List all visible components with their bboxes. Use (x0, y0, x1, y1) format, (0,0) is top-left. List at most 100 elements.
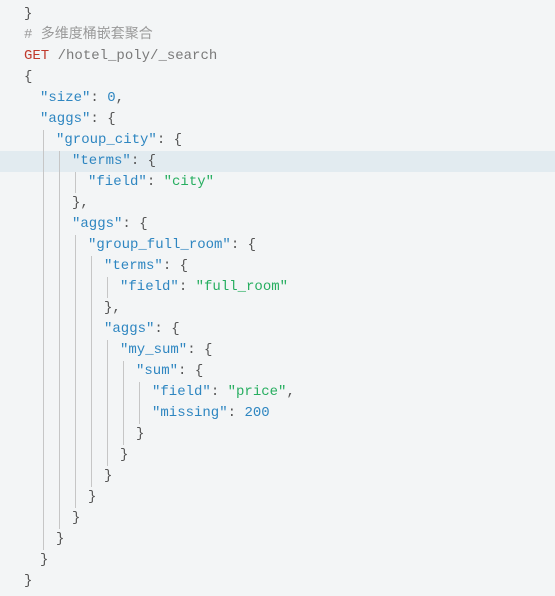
code-line[interactable]: "group_full_room": { (0, 235, 555, 256)
code-line[interactable]: }, (0, 298, 555, 319)
indent-guide (72, 298, 88, 319)
code-line[interactable]: "field": "full_room" (0, 277, 555, 298)
code-line[interactable]: "aggs": { (0, 109, 555, 130)
code-line[interactable]: } (0, 508, 555, 529)
code-line[interactable]: "my_sum": { (0, 340, 555, 361)
code-line[interactable]: } (0, 529, 555, 550)
indent-guide (88, 445, 104, 466)
indent-guide (88, 361, 104, 382)
token-string: "price" (228, 384, 287, 400)
code-line[interactable]: "field": "price", (0, 382, 555, 403)
code-line[interactable]: "field": "city" (0, 172, 555, 193)
indent-guide (40, 151, 56, 172)
code-line[interactable]: } (0, 487, 555, 508)
code-line[interactable]: } (0, 466, 555, 487)
token-method: GET (24, 48, 49, 64)
indent-guide (40, 298, 56, 319)
code-line[interactable]: "aggs": { (0, 319, 555, 340)
indent-guide (24, 130, 40, 151)
line-content: } (56, 529, 64, 550)
code-line[interactable]: "missing": 200 (0, 403, 555, 424)
indent-guide (56, 277, 72, 298)
line-content: } (120, 445, 128, 466)
token-punc: : { (178, 363, 203, 379)
indent-guide (72, 403, 88, 424)
code-line[interactable]: GET /hotel_poly/_search (0, 46, 555, 67)
token-punc: } (136, 426, 144, 442)
token-punc: }, (104, 300, 121, 316)
indent-guide (24, 424, 40, 445)
line-content: "size": 0, (40, 88, 124, 109)
indent-guide (56, 445, 72, 466)
code-line[interactable]: } (0, 424, 555, 445)
code-line[interactable]: "group_city": { (0, 130, 555, 151)
code-line[interactable]: "aggs": { (0, 214, 555, 235)
code-line[interactable]: # 多维度桶嵌套聚合 (0, 25, 555, 46)
indent-guide (56, 172, 72, 193)
token-punc: : { (131, 153, 156, 169)
token-key: "terms" (104, 258, 163, 274)
indent-guide (88, 277, 104, 298)
code-line[interactable]: } (0, 550, 555, 571)
code-line[interactable]: } (0, 571, 555, 592)
line-content: } (136, 424, 144, 445)
indent-guide (56, 298, 72, 319)
indent-guide (104, 424, 120, 445)
indent-guide (56, 151, 72, 172)
code-line[interactable]: "sum": { (0, 361, 555, 382)
token-key: "sum" (136, 363, 178, 379)
token-punc: : { (231, 237, 256, 253)
line-content: "terms": { (104, 256, 188, 277)
indent-guide (136, 403, 152, 424)
token-punc: } (40, 552, 48, 568)
token-number: 0 (107, 90, 115, 106)
indent-guide (72, 277, 88, 298)
indent-guide (88, 319, 104, 340)
indent-guide (104, 445, 120, 466)
code-line[interactable]: } (0, 4, 555, 25)
code-editor[interactable]: }# 多维度桶嵌套聚合GET /hotel_poly/_search{"size… (0, 4, 555, 592)
line-content: } (40, 550, 48, 571)
indent-guide (104, 361, 120, 382)
indent-guide (40, 529, 56, 550)
code-line[interactable]: { (0, 67, 555, 88)
code-line[interactable]: } (0, 445, 555, 466)
line-content: { (24, 67, 32, 88)
indent-guide (72, 235, 88, 256)
indent-guide (40, 424, 56, 445)
indent-guide (72, 424, 88, 445)
indent-guide (56, 424, 72, 445)
token-punc: , (286, 384, 294, 400)
code-line[interactable]: }, (0, 193, 555, 214)
code-line[interactable]: "size": 0, (0, 88, 555, 109)
indent-guide (72, 487, 88, 508)
indent-guide (72, 172, 88, 193)
indent-guide (72, 319, 88, 340)
indent-guide (24, 319, 40, 340)
indent-guide (88, 382, 104, 403)
code-line[interactable]: "terms": { (0, 151, 555, 172)
indent-guide (24, 361, 40, 382)
token-punc: } (72, 510, 80, 526)
line-content: } (24, 4, 32, 25)
indent-guide (120, 361, 136, 382)
token-number: 200 (244, 405, 269, 421)
indent-guide (72, 445, 88, 466)
indent-guide (24, 445, 40, 466)
token-punc: : (211, 384, 228, 400)
token-string: "full_room" (196, 279, 288, 295)
indent-guide (40, 256, 56, 277)
indent-guide (72, 361, 88, 382)
indent-guide (88, 424, 104, 445)
token-key: "aggs" (72, 216, 122, 232)
indent-guide (136, 382, 152, 403)
indent-guide (24, 550, 40, 571)
token-key: "group_city" (56, 132, 157, 148)
line-content: "field": "city" (88, 172, 214, 193)
line-content: "missing": 200 (152, 403, 270, 424)
line-content: "sum": { (136, 361, 203, 382)
line-content: "group_full_room": { (88, 235, 256, 256)
indent-guide (56, 340, 72, 361)
code-line[interactable]: "terms": { (0, 256, 555, 277)
line-content: }, (104, 298, 121, 319)
